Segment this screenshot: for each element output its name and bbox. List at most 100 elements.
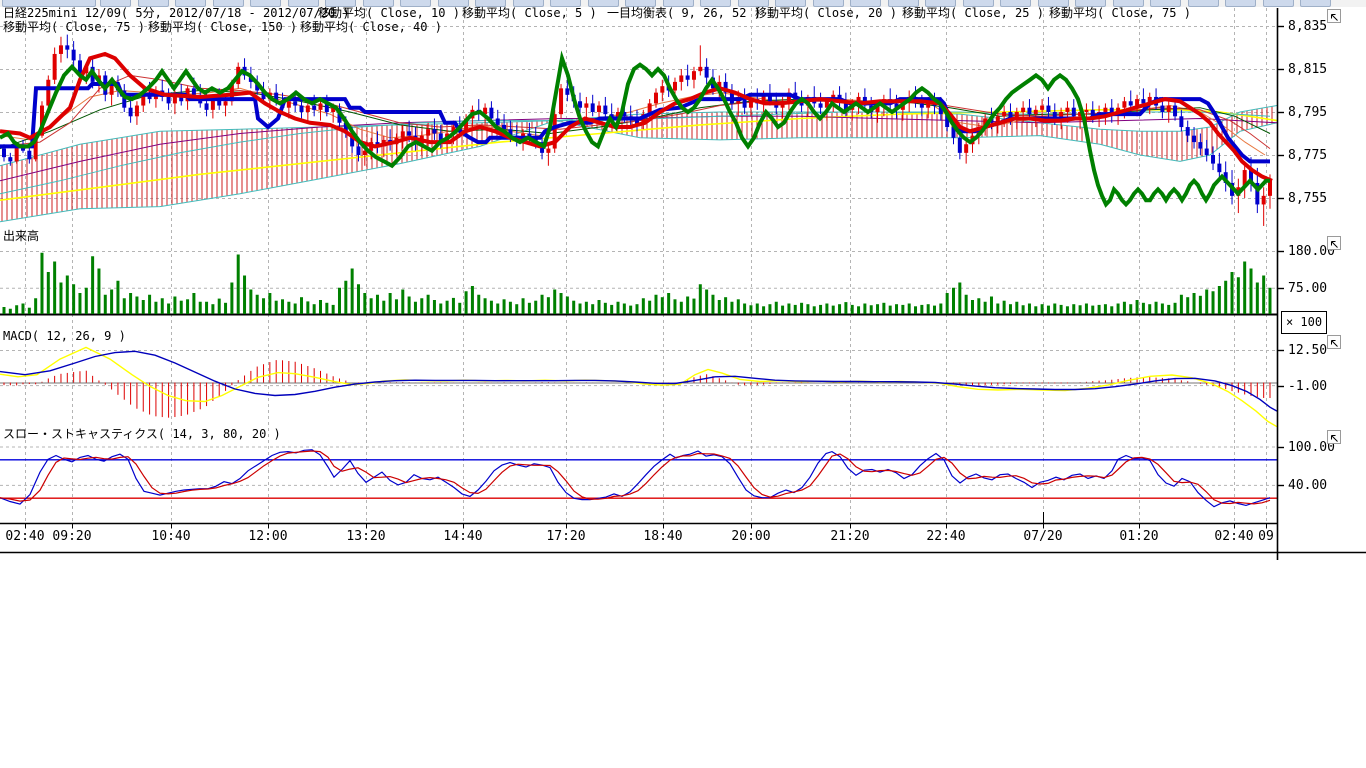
volume-bar bbox=[787, 304, 790, 315]
volume-bar bbox=[1167, 305, 1170, 314]
volume-bar bbox=[439, 304, 442, 315]
candle-body bbox=[1268, 181, 1272, 196]
volume-bar bbox=[699, 284, 702, 314]
volume-bar bbox=[617, 302, 620, 314]
legend-item: 日経225mini 12/09( 5分, 2012/07/18 - 2012/0… bbox=[3, 7, 350, 20]
volume-bar bbox=[1085, 304, 1088, 315]
candle-body bbox=[1160, 106, 1164, 112]
volume-bar bbox=[819, 305, 822, 314]
volume-bar bbox=[794, 305, 797, 314]
volume-bar bbox=[262, 298, 265, 314]
time-axis-label: 21:20 bbox=[830, 530, 869, 543]
candle-body bbox=[1129, 101, 1133, 105]
time-axis-label: 02:40 bbox=[5, 530, 44, 543]
volume-bar bbox=[1034, 306, 1037, 314]
volume-bar bbox=[1028, 304, 1031, 315]
candle-body bbox=[1084, 110, 1088, 112]
macd-axis-label: 12.50 bbox=[1288, 344, 1327, 357]
volume-bar bbox=[1022, 305, 1025, 314]
volume-bar bbox=[446, 301, 449, 314]
panel-restore-button[interactable] bbox=[1327, 236, 1341, 250]
volume-bar bbox=[1205, 290, 1208, 315]
corner-arrow-icon bbox=[1329, 239, 1339, 249]
volume-bar bbox=[458, 303, 461, 314]
candle-body bbox=[72, 50, 76, 61]
volume-bar bbox=[1079, 305, 1082, 314]
volume-bar bbox=[173, 297, 176, 315]
volume-bar bbox=[15, 305, 18, 314]
volume-bar bbox=[414, 302, 417, 314]
volume-bar bbox=[642, 298, 645, 314]
price-axis-label: 8,775 bbox=[1288, 149, 1327, 162]
volume-bar bbox=[844, 302, 847, 314]
volume-bar bbox=[686, 297, 689, 315]
candle-body bbox=[660, 86, 664, 92]
volume-bar bbox=[401, 290, 404, 315]
volume-bar bbox=[129, 293, 132, 314]
volume-bar bbox=[1123, 302, 1126, 314]
volume-bar bbox=[1053, 304, 1056, 315]
corner-arrow-icon bbox=[1329, 12, 1339, 22]
volume-bar bbox=[319, 300, 322, 314]
legend-item: 移動平均( Close, 40 ) bbox=[300, 21, 442, 34]
volume-bar bbox=[465, 291, 468, 314]
time-axis-label: 20:00 bbox=[731, 530, 770, 543]
chart-canvas[interactable] bbox=[0, 0, 1366, 768]
volume-bar bbox=[768, 304, 771, 314]
volume-bar bbox=[541, 295, 544, 314]
candle-body bbox=[584, 103, 588, 107]
panel-restore-button[interactable] bbox=[1327, 335, 1341, 349]
price-axis-label: 8,815 bbox=[1288, 63, 1327, 76]
legend-item: 移動平均( Close, 75 ) bbox=[3, 21, 145, 34]
volume-bar bbox=[673, 299, 676, 314]
volume-bar bbox=[914, 306, 917, 314]
stoch-axis-label: 40.00 bbox=[1288, 479, 1327, 492]
legend-item: 移動平均( Close, 20 ) bbox=[755, 7, 897, 20]
volume-bar bbox=[186, 299, 189, 314]
volume-bar bbox=[572, 301, 575, 314]
volume-bar bbox=[1180, 295, 1183, 314]
volume-bar bbox=[870, 305, 873, 314]
candle-body bbox=[129, 108, 133, 117]
volume-bar bbox=[990, 297, 993, 315]
candle-body bbox=[673, 82, 677, 91]
candle-body bbox=[920, 103, 924, 107]
time-axis-label: 09:20 bbox=[52, 530, 91, 543]
volume-bar bbox=[1142, 303, 1145, 314]
candle-body bbox=[1021, 108, 1025, 112]
volume-bar bbox=[78, 293, 81, 314]
volume-bar bbox=[863, 304, 866, 315]
volume-bar bbox=[560, 293, 563, 314]
volume-bar bbox=[889, 306, 892, 314]
candle-body bbox=[15, 146, 19, 161]
candle-body bbox=[401, 131, 405, 137]
volume-bar bbox=[1072, 304, 1075, 314]
candle-body bbox=[1217, 164, 1221, 173]
volume-bar bbox=[952, 288, 955, 314]
volume-bar bbox=[718, 300, 721, 314]
volume-bar bbox=[325, 303, 328, 314]
volume-bar bbox=[610, 305, 613, 314]
volume-bar bbox=[895, 304, 898, 314]
candle-body bbox=[565, 88, 569, 94]
candle-body bbox=[1262, 196, 1266, 205]
legend-item: 一目均衡表( 9, 26, 52 ) bbox=[607, 7, 761, 20]
volume-axis-label: 75.00 bbox=[1288, 282, 1327, 295]
candle-body bbox=[319, 103, 323, 109]
volume-bar bbox=[781, 306, 784, 314]
volume-bar bbox=[1066, 306, 1069, 314]
volume-bar bbox=[585, 302, 588, 314]
candle-body bbox=[224, 101, 228, 105]
volume-bar bbox=[1250, 269, 1253, 315]
panel-restore-button[interactable] bbox=[1327, 430, 1341, 444]
panel-restore-button[interactable] bbox=[1327, 9, 1341, 23]
volume-bar bbox=[743, 304, 746, 315]
volume-bar bbox=[832, 306, 835, 314]
volume-bar bbox=[9, 309, 12, 314]
volume-bar bbox=[28, 308, 31, 314]
volume-bar bbox=[654, 295, 657, 314]
volume-bar bbox=[876, 304, 879, 314]
volume-bar bbox=[370, 298, 373, 314]
candle-body bbox=[591, 103, 595, 112]
volume-bar bbox=[21, 304, 24, 315]
